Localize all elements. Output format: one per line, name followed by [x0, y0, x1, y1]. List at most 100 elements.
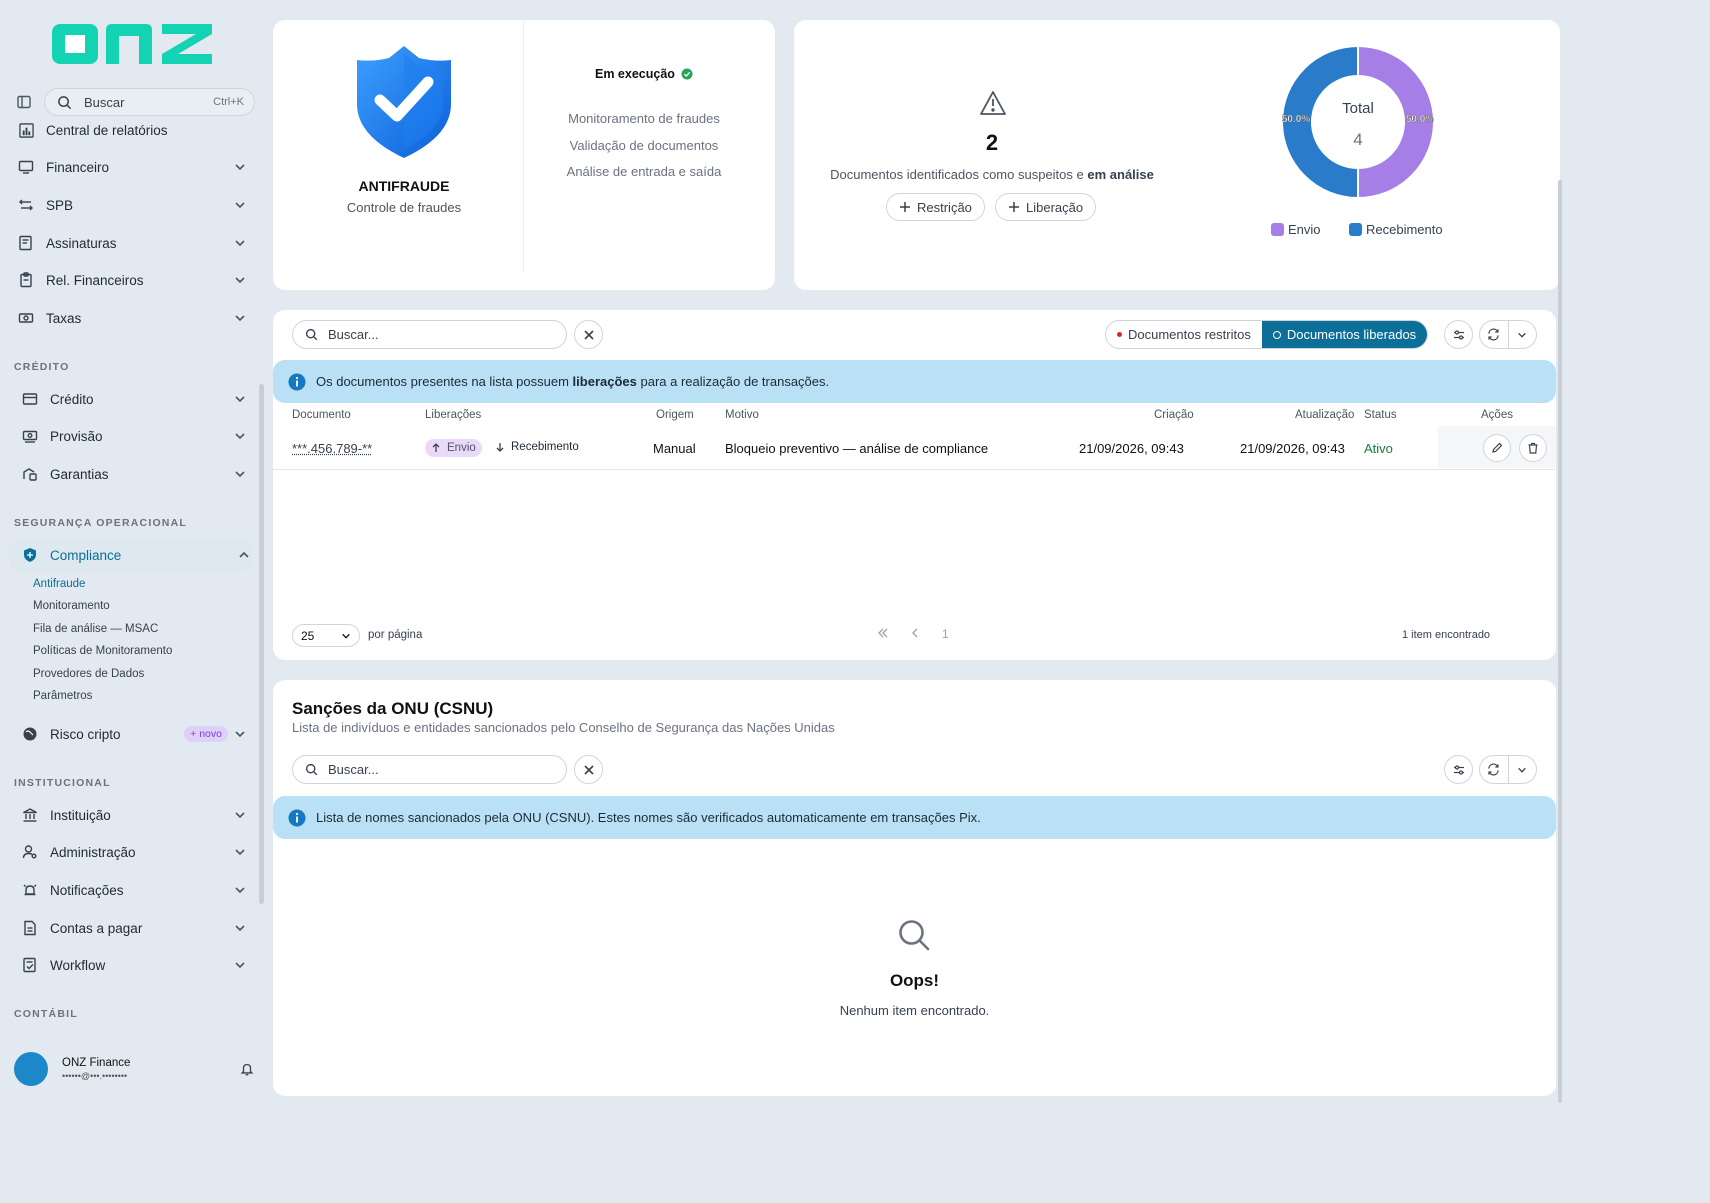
signature-icon — [16, 235, 36, 251]
sidebar-sub-monitoramento[interactable]: Monitoramento — [33, 600, 110, 612]
sidebar-search[interactable]: Buscar Ctrl+K — [44, 88, 255, 116]
cell-origem: Manual — [653, 441, 696, 456]
feature-item: Monitoramento de fraudes — [568, 111, 720, 126]
donut-slice-label: 50.0% — [1282, 114, 1310, 125]
sidebar-item-risco-cripto[interactable]: Risco cripto + novo — [14, 719, 248, 749]
sidebar-toggle-icon[interactable] — [16, 94, 32, 110]
column-header[interactable]: Atualização — [1295, 409, 1354, 421]
per-page-select[interactable]: 25 — [292, 624, 360, 647]
refresh-button[interactable] — [1480, 756, 1509, 783]
legend-envio[interactable]: Envio — [1271, 222, 1321, 237]
sidebar-item-financeiro[interactable]: Financeiro — [14, 152, 248, 182]
first-page-button[interactable] — [877, 627, 889, 642]
close-icon — [583, 329, 594, 340]
guarantee-icon — [20, 466, 40, 482]
prev-page-button[interactable] — [909, 627, 921, 642]
delete-button[interactable] — [1519, 434, 1547, 462]
sidebar-sub-fila-analise[interactable]: Fila de análise — MSAC — [33, 623, 158, 635]
onu-search-input[interactable]: Buscar... — [292, 755, 567, 784]
sidebar-item-instituicao[interactable]: Instituição — [14, 800, 248, 830]
liberacao-button[interactable]: Liberação — [995, 193, 1097, 221]
alarm-icon — [20, 882, 40, 898]
sidebar-item-assinaturas[interactable]: Assinaturas — [14, 228, 248, 258]
sidebar: Buscar Ctrl+K Central de relatórios Fina… — [0, 0, 270, 1103]
filter-button[interactable] — [1444, 320, 1473, 349]
chevron-up-icon — [238, 549, 250, 561]
refresh-button[interactable] — [1480, 321, 1509, 348]
documents-search-input[interactable]: Buscar... — [292, 320, 567, 349]
sidebar-item-administracao[interactable]: Administração — [14, 837, 248, 867]
sidebar-item-label: Central de relatórios — [46, 122, 168, 138]
search-icon — [57, 95, 72, 110]
antifraude-subtitle: Controle de fraudes — [346, 200, 462, 215]
sidebar-item-compliance[interactable]: Compliance — [10, 539, 252, 571]
cell-motivo: Bloqueio preventivo — análise de complia… — [725, 441, 989, 456]
column-header[interactable]: Origem — [656, 409, 694, 421]
sidebar-item-spb[interactable]: SPB — [14, 190, 248, 220]
refresh-icon — [1487, 328, 1500, 341]
info-icon — [288, 809, 306, 827]
sidebar-item-central-relatorios[interactable]: Central de relatórios — [14, 115, 248, 145]
toggle-label: Documentos restritos — [1128, 327, 1251, 342]
clipboard-icon — [16, 272, 36, 288]
avatar[interactable] — [14, 1052, 48, 1086]
column-header[interactable]: Criação — [1154, 409, 1194, 421]
user-profile[interactable]: ONZ Finance ••••••@•••.•••••••• — [14, 1052, 254, 1086]
sidebar-item-credito[interactable]: Crédito — [14, 384, 248, 414]
sidebar-sub-provedores[interactable]: Provedores de Dados — [33, 668, 144, 680]
refresh-options-button[interactable] — [1509, 321, 1537, 348]
info-text-suffix: para a realização de transações. — [640, 374, 830, 389]
column-header[interactable]: Motivo — [725, 409, 759, 421]
column-header[interactable]: Status — [1364, 409, 1397, 421]
liberacao-label: Liberação — [1026, 199, 1084, 215]
edit-button[interactable] — [1483, 434, 1511, 462]
user-email: ••••••@•••.•••••••• — [62, 1071, 128, 1081]
transfer-icon — [16, 197, 36, 213]
chip-recebimento: Recebimento — [495, 441, 579, 453]
sliders-icon — [1453, 329, 1465, 341]
section-subtitle: Lista de indivíduos e entidades sanciona… — [292, 720, 835, 735]
items-found: 1 item encontrado — [1402, 629, 1491, 641]
document-link[interactable]: ***.456.789-** — [292, 441, 372, 456]
column-header[interactable]: Documento — [292, 409, 351, 421]
sidebar-scrollbar[interactable] — [259, 384, 264, 904]
column-header[interactable]: Liberações — [425, 409, 481, 421]
cell-criacao: 21/09/2026, 09:43 — [1079, 441, 1184, 456]
page-number[interactable]: 1 — [942, 627, 949, 641]
chevron-down-icon — [234, 430, 246, 442]
sliders-icon — [1453, 764, 1465, 776]
sidebar-sub-parametros[interactable]: Parâmetros — [33, 690, 92, 702]
arrow-down-icon — [495, 442, 505, 452]
clear-search-button[interactable] — [574, 320, 603, 349]
onz-logo[interactable] — [50, 20, 216, 68]
sidebar-item-workflow[interactable]: Workflow — [14, 950, 248, 980]
toggle-restritos[interactable]: Documentos restritos — [1106, 321, 1262, 348]
sidebar-item-notificacoes[interactable]: Notificações — [14, 875, 248, 905]
sidebar-item-provisao[interactable]: Provisão — [14, 421, 248, 451]
sidebar-sub-antifraude[interactable]: Antifraude — [33, 578, 85, 590]
cell-documento[interactable]: ***.456.789-** — [292, 441, 372, 456]
chevron-down-icon — [234, 312, 246, 324]
toggle-liberados[interactable]: Documentos liberados — [1261, 321, 1428, 348]
restricao-button[interactable]: Restrição — [886, 193, 985, 221]
feature-item: Análise de entrada e saída — [566, 164, 722, 179]
chevron-down-icon — [234, 199, 246, 211]
chip-label: Envio — [447, 442, 476, 454]
sidebar-sub-politicas[interactable]: Políticas de Monitoramento — [33, 645, 172, 657]
info-text-bold: liberações — [572, 374, 637, 389]
sidebar-item-contas-pagar[interactable]: Contas a pagar — [14, 913, 248, 943]
documents-toggle: Documentos restritos Documentos liberado… — [1105, 320, 1429, 349]
legend-swatch — [1271, 223, 1284, 236]
sidebar-item-rel-financeiros[interactable]: Rel. Financeiros — [14, 265, 248, 295]
info-text: Os documentos presentes na lista possuem… — [316, 374, 829, 389]
refresh-options-button[interactable] — [1509, 756, 1537, 783]
main-scrollbar[interactable] — [1558, 180, 1562, 1103]
column-header[interactable]: Ações — [1481, 409, 1513, 421]
filter-button[interactable] — [1444, 755, 1473, 784]
suspect-desc-bold: em análise — [1087, 167, 1154, 182]
legend-recebimento[interactable]: Recebimento — [1349, 222, 1443, 237]
clear-search-button[interactable] — [574, 755, 603, 784]
bell-icon[interactable] — [240, 1062, 254, 1076]
sidebar-item-taxas[interactable]: Taxas — [14, 303, 248, 333]
sidebar-item-garantias[interactable]: Garantias — [14, 459, 248, 489]
